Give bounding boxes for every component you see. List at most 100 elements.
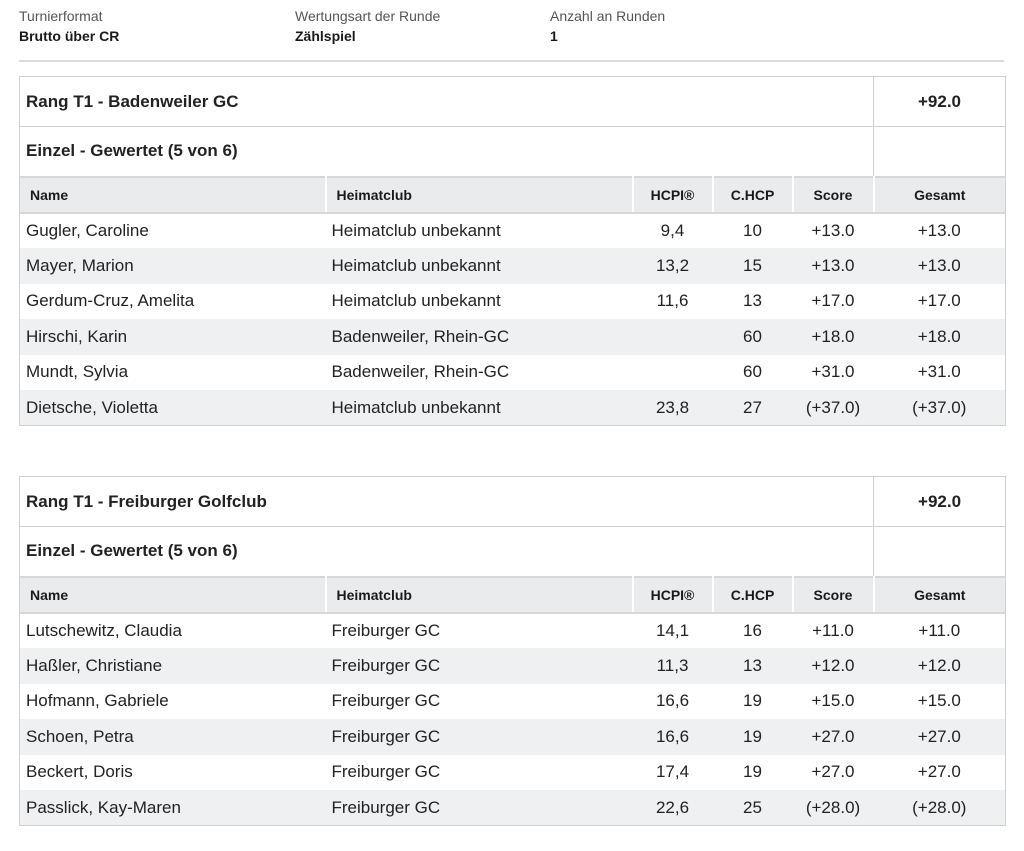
- player-name: Schoen, Petra: [19, 719, 326, 755]
- rounds-info: Anzahl an Runden 1: [550, 6, 665, 46]
- player-club: Heimatclub unbekannt: [331, 220, 501, 240]
- player-score: +13.0: [811, 220, 855, 240]
- player-row: Hirschi, Karin Badenweiler, Rhein-GC 60 …: [19, 319, 1006, 355]
- player-row: Hofmann, Gabriele Freiburger GC 16,6 19 …: [20, 684, 1006, 720]
- einzel-row: Einzel - Gewertet (5 von 6): [19, 526, 1006, 577]
- player-chcp: 27: [712, 390, 793, 426]
- einzel-empty: [874, 127, 1006, 177]
- player-row: Haßler, Christiane Freiburger GC 11,3 13…: [19, 648, 1006, 684]
- player-name: Haßler, Christiane: [19, 648, 326, 684]
- player-hcpi: 14,1: [655, 620, 690, 640]
- player-name: Hirschi, Karin: [19, 319, 326, 355]
- player-chcp: 13: [712, 648, 793, 684]
- player-club: Heimatclub unbekannt: [325, 248, 633, 284]
- column-header-row: Name Heimatclub HCPI® C.HCP Score Gesamt: [19, 575, 1006, 614]
- col-name: Name: [19, 175, 327, 214]
- player-club: Freiburger GC: [325, 790, 633, 826]
- player-club: Heimatclub unbekannt: [325, 390, 633, 426]
- player-hcpi: 23,8: [632, 390, 713, 426]
- player-total: +18.0: [873, 319, 1006, 355]
- player-row: Schoen, Petra Freiburger GC 16,6 19 +27.…: [19, 719, 1006, 755]
- player-name: Dietsche, Violetta: [19, 390, 326, 426]
- scoring-info: Wertungsart der Runde Zählspiel: [295, 6, 440, 46]
- player-chcp: 19: [743, 691, 762, 711]
- player-score: +27.0: [811, 762, 855, 782]
- player-score: +17.0: [811, 291, 855, 311]
- player-score: +18.0: [792, 319, 874, 355]
- player-score: +15.0: [811, 691, 855, 711]
- player-score: (+37.0): [792, 390, 874, 426]
- player-score: (+28.0): [792, 790, 874, 826]
- player-total: +13.0: [873, 248, 1006, 284]
- einzel-empty: [874, 527, 1006, 577]
- einzel-row: Einzel - Gewertet (5 von 6): [19, 126, 1006, 177]
- team-rank-row: Rang T1 - Badenweiler GC +92.0: [19, 76, 1006, 127]
- einzel-label: Einzel - Gewertet (5 von 6): [19, 526, 875, 577]
- player-chcp: 60: [712, 319, 793, 355]
- divider: [19, 60, 1004, 62]
- player-name: Beckert, Doris: [26, 762, 133, 782]
- player-club: Freiburger GC: [331, 762, 441, 782]
- col-total: Gesamt: [873, 175, 1006, 214]
- player-total: (+37.0): [873, 390, 1006, 426]
- team-table: Rang T1 - Freiburger Golfclub +92.0 Einz…: [19, 476, 1007, 826]
- player-total: +31.0: [917, 362, 961, 382]
- player-chcp: 19: [743, 762, 762, 782]
- player-total: +11.0: [918, 620, 961, 640]
- player-hcpi: 9,4: [660, 220, 685, 240]
- player-chcp: 15: [712, 248, 793, 284]
- col-score: Score: [792, 575, 875, 614]
- player-score: +12.0: [792, 648, 874, 684]
- player-row: Mundt, Sylvia Badenweiler, Rhein-GC 60 +…: [20, 355, 1006, 391]
- player-chcp: 60: [743, 362, 762, 382]
- col-score: Score: [792, 175, 875, 214]
- player-total: +12.0: [873, 648, 1006, 684]
- player-hcpi: 17,4: [655, 762, 690, 782]
- player-club: Freiburger GC: [325, 648, 633, 684]
- player-row: Passlick, Kay-Maren Freiburger GC 22,6 2…: [19, 790, 1006, 826]
- player-row: Mayer, Marion Heimatclub unbekannt 13,2 …: [19, 248, 1006, 284]
- player-hcpi: [632, 319, 713, 355]
- player-name: Gerdum-Cruz, Amelita: [26, 291, 195, 311]
- player-total: +13.0: [917, 220, 961, 240]
- format-value: Brutto über CR: [19, 28, 120, 44]
- scoring-value: Zählspiel: [295, 28, 356, 44]
- player-hcpi: [633, 355, 713, 391]
- player-hcpi: 11,3: [632, 648, 713, 684]
- player-club: Freiburger GC: [331, 691, 441, 711]
- player-hcpi: 16,6: [632, 719, 713, 755]
- player-hcpi: 13,2: [632, 248, 713, 284]
- player-total: +15.0: [917, 691, 961, 711]
- rounds-label: Anzahl an Runden: [550, 8, 666, 24]
- player-chcp: 25: [712, 790, 793, 826]
- col-chcp: C.HCP: [712, 175, 794, 214]
- col-chcp: C.HCP: [712, 575, 794, 614]
- player-name: Lutschewitz, Claudia: [26, 620, 182, 640]
- format-info: Turnierformat Brutto über CR: [19, 6, 119, 46]
- player-chcp: 19: [712, 719, 793, 755]
- player-name: Hofmann, Gabriele: [26, 691, 169, 711]
- team-rank-title: Rang T1 - Freiburger Golfclub: [19, 476, 875, 527]
- col-hcpi: HCPI®: [632, 175, 714, 214]
- player-club: Badenweiler, Rhein-GC: [331, 362, 510, 382]
- rounds-value: 1: [550, 28, 558, 44]
- player-total: +27.0: [917, 762, 961, 782]
- team-rank-title: Rang T1 - Badenweiler GC: [19, 76, 874, 127]
- player-row: Beckert, Doris Freiburger GC 17,4 19 +27…: [20, 755, 1006, 791]
- team-table: Rang T1 - Badenweiler GC +92.0 Einzel - …: [19, 76, 1006, 426]
- col-hcpi: HCPI®: [632, 575, 714, 614]
- player-chcp: 13: [743, 291, 762, 311]
- team-total: +92.0: [917, 91, 961, 111]
- tournament-info: Turnierformat Brutto über CR Wertungsart…: [19, 6, 1004, 46]
- player-row: Gerdum-Cruz, Amelita Heimatclub unbekann…: [20, 284, 1006, 320]
- player-name: Gugler, Caroline: [26, 220, 149, 240]
- col-name: Name: [19, 575, 327, 614]
- team-total: +92.0: [918, 491, 962, 511]
- player-name: Passlick, Kay-Maren: [19, 790, 326, 826]
- col-club: Heimatclub: [325, 175, 634, 214]
- player-club: Freiburger GC: [331, 620, 441, 640]
- format-label: Turnierformat: [19, 8, 103, 24]
- player-score: +27.0: [792, 719, 874, 755]
- player-score: +11.0: [812, 620, 854, 640]
- player-hcpi: 11,6: [656, 291, 689, 311]
